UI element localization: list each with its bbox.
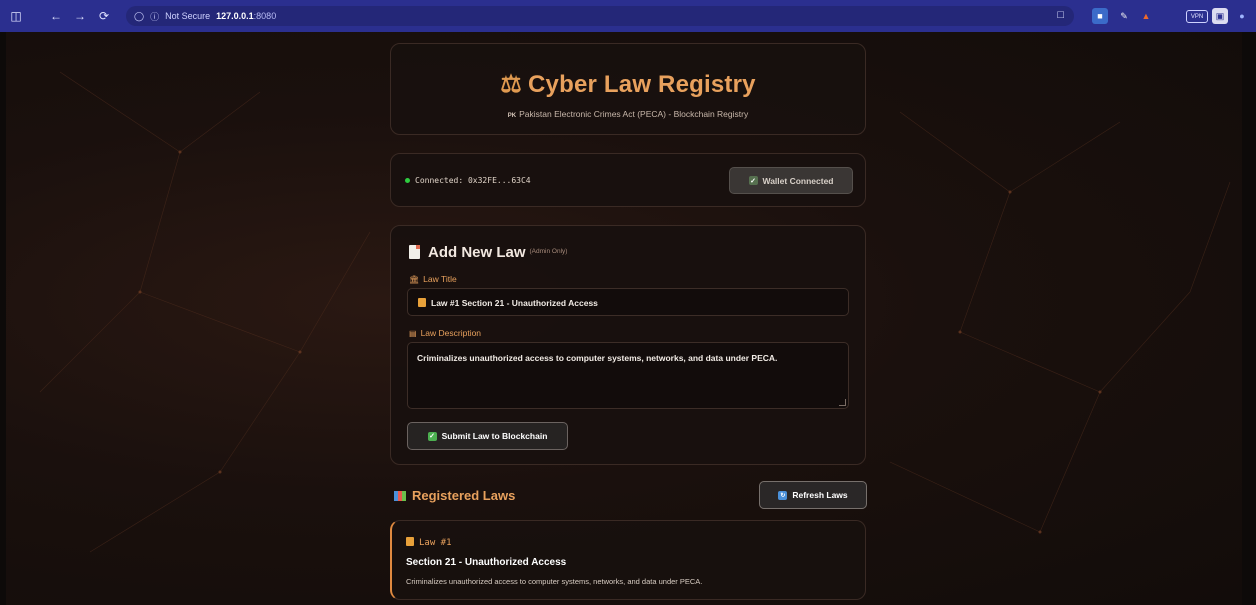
vpn-icon[interactable]: VPN [1186, 10, 1208, 23]
bank-icon: 🏛 [409, 275, 420, 284]
browser-toolbar: ◫ ← → ⟳ ◯ ⓘ Not Secure 127.0.0.1:8080 □ … [0, 0, 1256, 32]
law-description-value: Criminalizes unauthorized access to comp… [417, 353, 778, 363]
wallet-connected-button[interactable]: ✓ Wallet Connected [729, 167, 853, 194]
scroll-icon [406, 537, 414, 546]
sidebar-toggle-icon[interactable]: ◫ [8, 8, 24, 24]
connection-status: Connected: 0x32FE...63C4 [405, 176, 531, 185]
law-description-textarea[interactable]: Criminalizes unauthorized access to comp… [407, 342, 849, 409]
law-title-label-text: Law Title [423, 274, 457, 284]
law-description-label: ▤ Law Description [409, 328, 481, 338]
check-icon: ✓ [748, 176, 758, 185]
edit-icon[interactable]: ✎ [1116, 8, 1132, 24]
address-bar[interactable]: ◯ ⓘ Not Secure 127.0.0.1:8080 □ [126, 6, 1074, 26]
scroll-icon [418, 298, 426, 307]
forward-icon[interactable]: → [72, 8, 88, 24]
security-label: Not Secure [165, 11, 211, 21]
bookmark-icon[interactable]: □ [1057, 9, 1064, 21]
wallet-button-label: Wallet Connected [762, 175, 834, 186]
law-title-label: 🏛 Law Title [409, 274, 457, 284]
law-title-input[interactable]: Law #1 Section 21 - Unauthorized Access [407, 288, 849, 316]
document-icon [409, 245, 420, 259]
page-subtitle: Pakistan Electronic Crimes Act (PECA) - … [519, 109, 749, 119]
refresh-laws-button[interactable]: ↻ Refresh Laws [759, 481, 867, 509]
resize-handle-icon[interactable] [839, 399, 846, 406]
submit-button-label: Submit Law to Blockchain [441, 431, 548, 441]
form-title-text: Add New Law [428, 244, 526, 261]
header-subtitle-row: PK Pakistan Electronic Crimes Act (PECA) … [391, 109, 865, 119]
brave-icon[interactable]: ▲ [1138, 8, 1154, 24]
back-icon[interactable]: ← [48, 8, 64, 24]
law-number-text: Law #1 [419, 538, 452, 548]
registered-laws-heading: Registered Laws [394, 488, 515, 503]
registered-laws-title: Registered Laws [412, 488, 516, 503]
law-title-value: Law #1 Section 21 - Unauthorized Access [431, 298, 598, 308]
note-icon: ▤ [409, 329, 417, 338]
law-heading: Section 21 - Unauthorized Access [406, 557, 567, 568]
add-law-form: Add New Law (Admin Only) 🏛 Law Title Law #… [390, 225, 866, 465]
url-host: 127.0.0.1 [216, 11, 254, 21]
law-description-label-text: Law Description [420, 328, 482, 338]
scales-icon: ⚖ [500, 71, 523, 98]
law-card: Law #1 Section 21 - Unauthorized Access … [390, 520, 866, 600]
law-number: Law #1 [406, 537, 452, 548]
shield-icon[interactable]: ◯ [134, 11, 144, 22]
flag-icon: PK [507, 113, 517, 119]
status-dot-icon [405, 178, 410, 183]
left-edge [0, 32, 6, 605]
admin-note: (Admin Only) [529, 248, 568, 255]
profile-icon[interactable]: ● [1234, 8, 1250, 24]
page-title: Cyber Law Registry [528, 71, 756, 98]
wallet-icon[interactable]: ▣ [1212, 8, 1228, 24]
refresh-button-label: Refresh Laws [792, 490, 848, 500]
header-title-row: ⚖ Cyber Law Registry [391, 70, 865, 99]
law-description: Criminalizes unauthorized access to comp… [406, 577, 703, 586]
submit-law-button[interactable]: ✓ Submit Law to Blockchain [407, 422, 568, 450]
wallet-card: Connected: 0x32FE...63C4 ✓ Wallet Connect… [390, 153, 866, 207]
connection-status-text: Connected: 0x32FE...63C4 [415, 176, 531, 185]
form-title: Add New Law (Admin Only) [409, 244, 567, 261]
right-edge [1242, 32, 1256, 605]
header-card: ⚖ Cyber Law Registry PK Pakistan Electroni… [390, 43, 866, 135]
reload-icon[interactable]: ⟳ [96, 8, 112, 24]
info-icon[interactable]: ⓘ [150, 10, 159, 23]
extension-icon[interactable]: ■ [1092, 8, 1108, 24]
check-icon: ✓ [427, 431, 437, 441]
refresh-icon: ↻ [778, 490, 788, 500]
books-icon [394, 491, 406, 501]
url-port: :8080 [253, 11, 277, 21]
